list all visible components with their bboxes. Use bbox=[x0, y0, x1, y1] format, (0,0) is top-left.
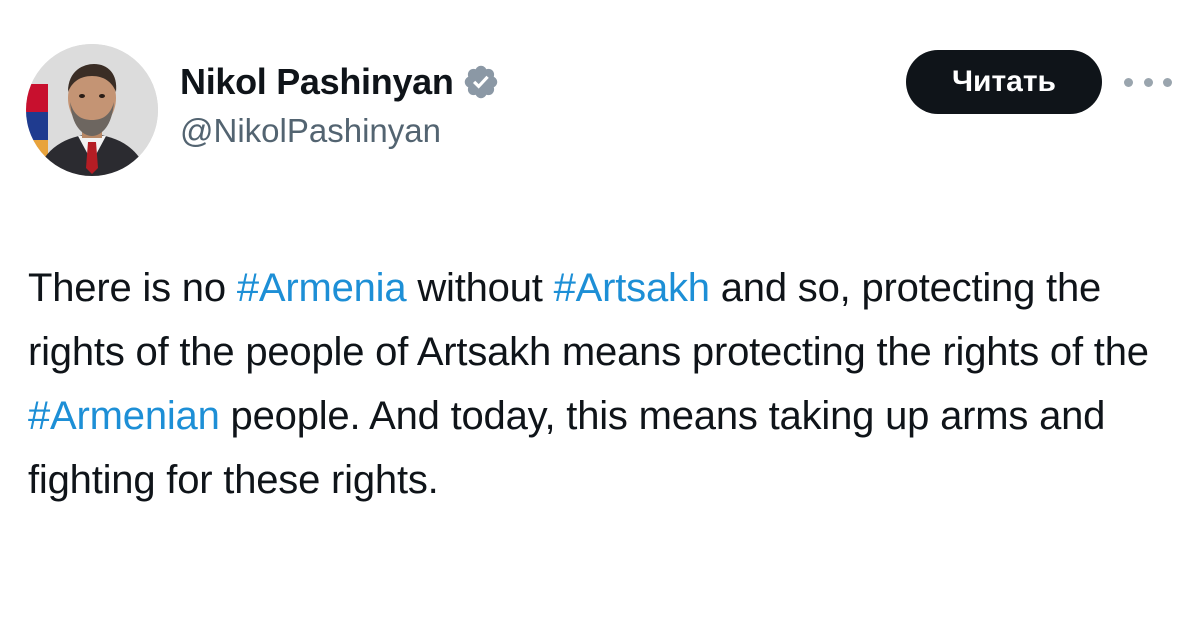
more-dot bbox=[1124, 77, 1133, 87]
handle[interactable]: @NikolPashinyan bbox=[180, 112, 500, 150]
follow-button[interactable]: Читать bbox=[906, 50, 1102, 114]
name-row: Nikol Pashinyan bbox=[180, 58, 500, 106]
hashtag-link[interactable]: #Artsakh bbox=[554, 266, 710, 310]
tweet-card: Nikol Pashinyan @NikolPashinyan Читать T… bbox=[0, 0, 1200, 634]
verified-badge-icon[interactable] bbox=[462, 63, 500, 101]
hashtag-link[interactable]: #Armenian bbox=[28, 394, 220, 438]
more-dot bbox=[1163, 77, 1172, 87]
hashtag-link[interactable]: #Armenia bbox=[237, 266, 407, 310]
more-dot bbox=[1143, 77, 1153, 87]
author-block: Nikol Pashinyan @NikolPashinyan bbox=[180, 58, 500, 150]
display-name[interactable]: Nikol Pashinyan bbox=[180, 61, 454, 103]
more-options-icon[interactable] bbox=[1124, 68, 1172, 96]
tweet-text-segment: There is no bbox=[28, 266, 237, 310]
profile-photo-icon bbox=[26, 44, 158, 176]
tweet-text: There is no #Armenia without #Artsakh an… bbox=[28, 256, 1188, 512]
tweet-text-segment: without bbox=[406, 266, 554, 310]
avatar[interactable] bbox=[26, 44, 158, 176]
